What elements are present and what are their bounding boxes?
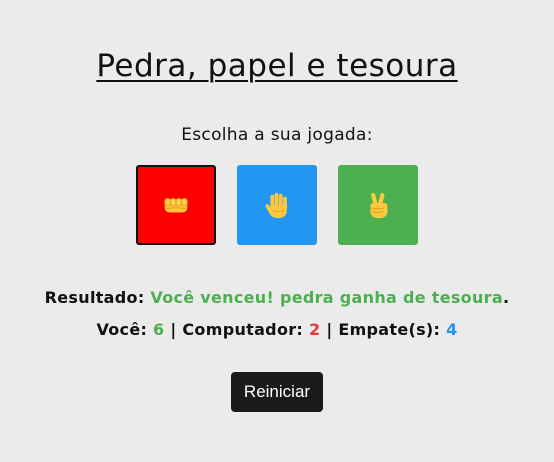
score-separator: | [170, 320, 177, 339]
raised-hand-icon [265, 192, 288, 219]
result-line: Resultado: Você venceu! pedra ganha de t… [0, 287, 554, 309]
ties-score-value: 4 [446, 320, 458, 339]
scissors-button[interactable] [338, 165, 418, 245]
game-page: Pedra, papel e tesoura Escolha a sua jog… [0, 0, 554, 462]
score-separator: | [326, 320, 333, 339]
computer-score-value: 2 [309, 320, 321, 339]
computer-score-label: Computador: [182, 320, 304, 339]
page-title: Pedra, papel e tesoura [96, 48, 458, 84]
choice-buttons [0, 165, 554, 245]
player-score-value: 6 [153, 320, 165, 339]
score-line: Você: 6 | Computador: 2 | Empate(s): 4 [0, 319, 554, 341]
result-message: Você venceu! pedra ganha de tesoura [150, 288, 503, 307]
ties-score-label: Empate(s): [338, 320, 441, 339]
reset-button[interactable]: Reiniciar [230, 372, 324, 412]
reset-container: Reiniciar [0, 372, 554, 412]
rock-button[interactable] [136, 165, 216, 245]
paper-button[interactable] [237, 165, 317, 245]
player-score-label: Você: [96, 320, 148, 339]
fist-icon [164, 197, 188, 213]
victory-hand-icon [370, 192, 388, 219]
choice-prompt: Escolha a sua jogada: [181, 125, 373, 145]
result-suffix: . [502, 288, 510, 307]
result-label: Resultado: [44, 288, 145, 307]
